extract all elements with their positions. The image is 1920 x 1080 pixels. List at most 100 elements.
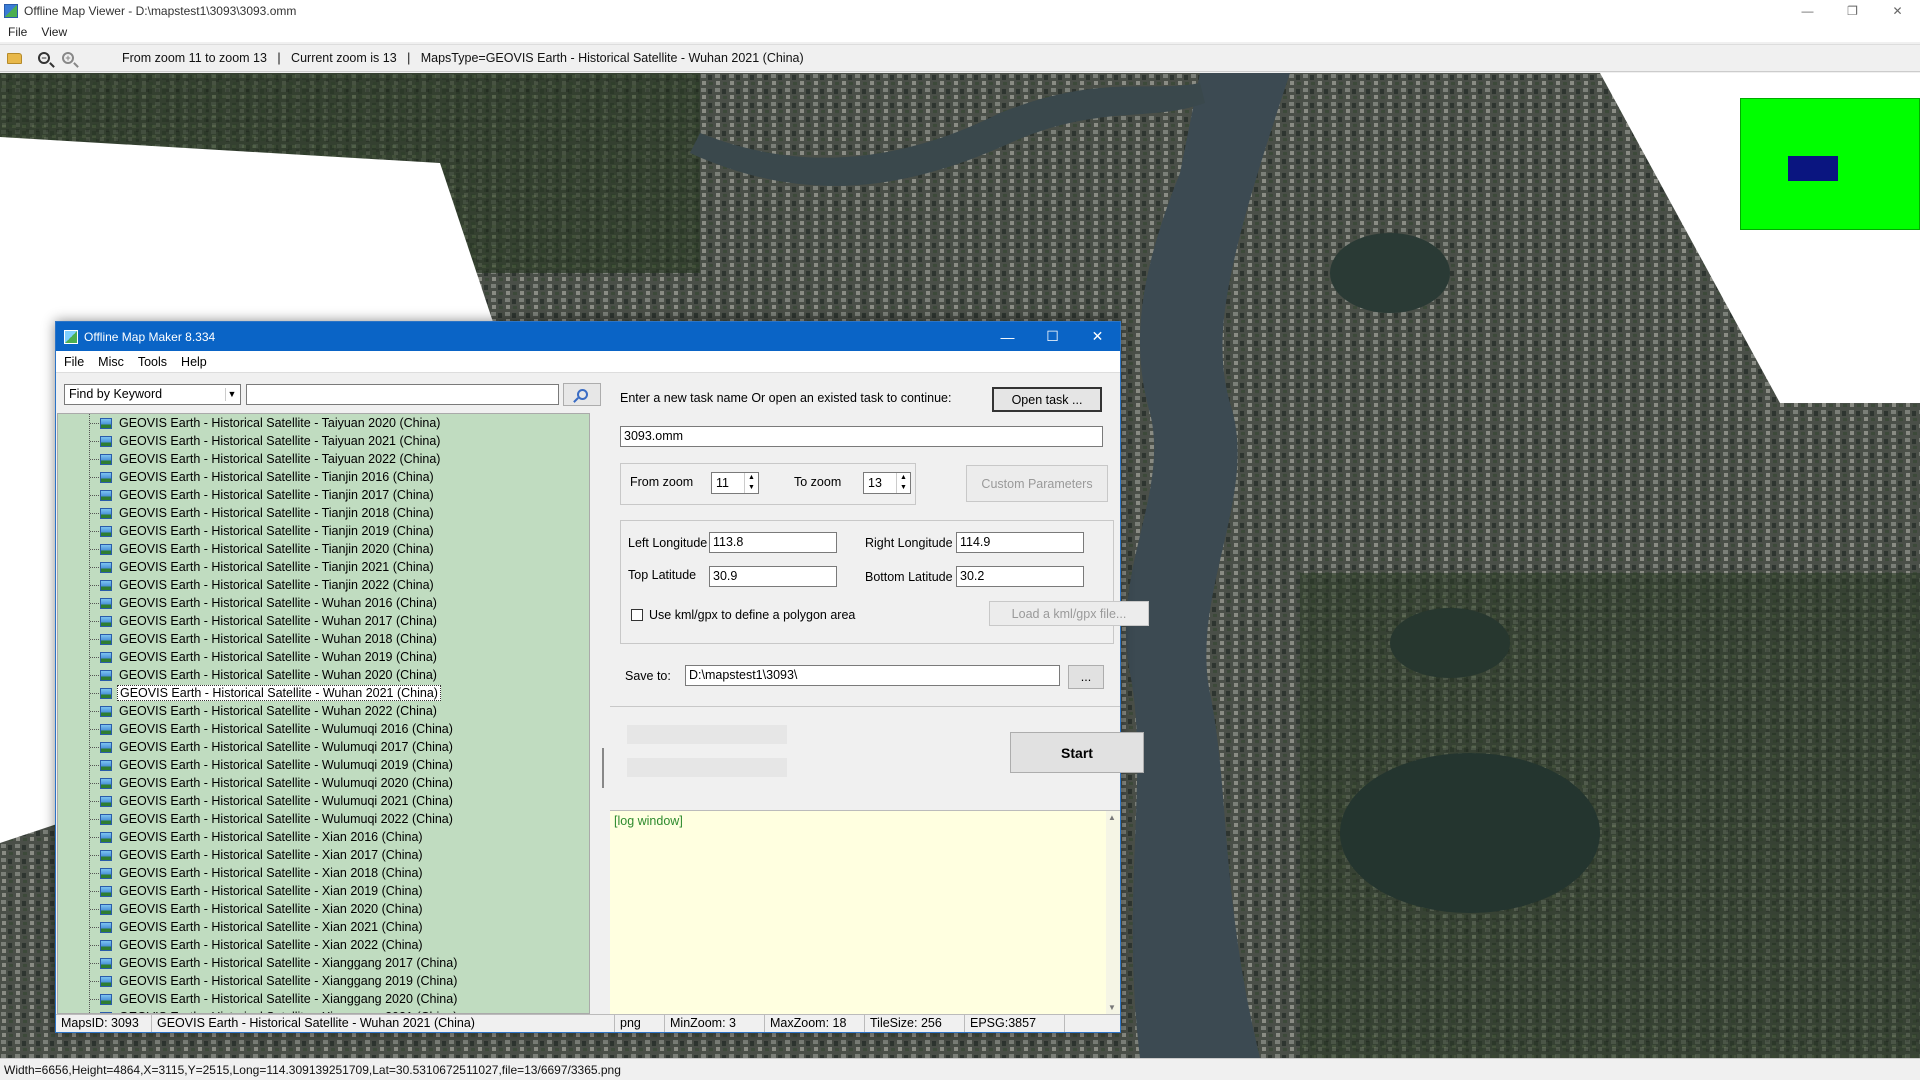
dialog-minimize-icon[interactable]: — — [985, 322, 1030, 351]
to-zoom-stepper[interactable]: 13 ▲ ▼ — [863, 472, 911, 494]
tree-item-label: GEOVIS Earth - Historical Satellite - Ti… — [119, 488, 434, 502]
custom-parameters-button[interactable]: Custom Parameters — [966, 465, 1108, 502]
tree-item[interactable]: GEOVIS Earth - Historical Satellite - Ta… — [90, 450, 442, 468]
zoom-in-icon: + — [62, 52, 74, 64]
browse-folder-button[interactable]: ... — [1068, 665, 1104, 689]
open-task-button[interactable]: Open task ... — [992, 387, 1102, 412]
scroll-up-icon[interactable]: ▲ — [1108, 813, 1116, 822]
tree-item[interactable]: GEOVIS Earth - Historical Satellite - Xi… — [90, 846, 425, 864]
tree-item[interactable]: GEOVIS Earth - Historical Satellite - Wu… — [90, 774, 455, 792]
tree-item[interactable]: GEOVIS Earth - Historical Satellite - Ta… — [90, 432, 442, 450]
spin-arrows-icon[interactable]: ▲ ▼ — [896, 473, 910, 493]
left-longitude-input[interactable]: 113.8 — [709, 532, 837, 553]
tree-item[interactable]: GEOVIS Earth - Historical Satellite - Wu… — [90, 612, 439, 630]
tree-item[interactable]: GEOVIS Earth - Historical Satellite - Xi… — [90, 990, 459, 1008]
tree-item[interactable]: GEOVIS Earth - Historical Satellite - Ti… — [90, 486, 436, 504]
tree-item[interactable]: GEOVIS Earth - Historical Satellite - Wu… — [90, 684, 441, 702]
tree-item[interactable]: GEOVIS Earth - Historical Satellite - Ti… — [90, 540, 436, 558]
keyword-search-input[interactable] — [246, 383, 559, 405]
load-kml-button[interactable]: Load a kml/gpx file... — [989, 601, 1149, 626]
dialog-menu-tools[interactable]: Tools — [138, 355, 167, 369]
tree-item-label: GEOVIS Earth - Historical Satellite - Wu… — [119, 740, 453, 754]
tree-item[interactable]: GEOVIS Earth - Historical Satellite - Wu… — [90, 720, 455, 738]
tree-branch-line — [90, 657, 99, 658]
tree-item[interactable]: GEOVIS Earth - Historical Satellite - Wu… — [90, 810, 455, 828]
tree-item[interactable]: GEOVIS Earth - Historical Satellite - Xi… — [90, 900, 425, 918]
overview-minimap[interactable] — [1740, 98, 1920, 230]
tree-item[interactable]: GEOVIS Earth - Historical Satellite - Wu… — [90, 756, 455, 774]
tree-item[interactable]: GEOVIS Earth - Historical Satellite - Wu… — [90, 702, 439, 720]
tree-item[interactable]: GEOVIS Earth - Historical Satellite - Wu… — [90, 792, 455, 810]
tree-item-label: GEOVIS Earth - Historical Satellite - Wu… — [119, 794, 453, 808]
from-zoom-stepper[interactable]: 11 ▲ ▼ — [711, 472, 759, 494]
tree-item[interactable]: GEOVIS Earth - Historical Satellite - Ti… — [90, 558, 436, 576]
restore-icon[interactable]: ❐ — [1830, 0, 1875, 22]
tree-item[interactable]: GEOVIS Earth - Historical Satellite - Wu… — [90, 630, 439, 648]
log-scrollbar[interactable]: ▲ ▼ — [1106, 811, 1120, 1014]
find-row: Find by Keyword ▼ — [64, 382, 601, 406]
tree-item-label: GEOVIS Earth - Historical Satellite - Wu… — [119, 596, 437, 610]
dialog-menu-file[interactable]: File — [64, 355, 84, 369]
right-longitude-input[interactable]: 114.9 — [956, 532, 1084, 553]
tree-branch-line — [90, 963, 99, 964]
spin-arrows-icon[interactable]: ▲ ▼ — [744, 473, 758, 493]
zoom-out-button[interactable]: − — [34, 48, 54, 68]
tree-item-label: GEOVIS Earth - Historical Satellite - Xi… — [119, 830, 423, 844]
panel-splitter[interactable] — [602, 748, 606, 788]
map-layer-icon — [100, 633, 112, 645]
tree-item[interactable]: GEOVIS Earth - Historical Satellite - Wu… — [90, 594, 439, 612]
map-type-tree[interactable]: GEOVIS Earth - Historical Satellite - Ta… — [57, 413, 590, 1014]
dialog-menu-help[interactable]: Help — [181, 355, 207, 369]
tree-item[interactable]: GEOVIS Earth - Historical Satellite - Xi… — [90, 882, 425, 900]
tree-item[interactable]: GEOVIS Earth - Historical Satellite - Xi… — [90, 864, 425, 882]
tree-item-label: GEOVIS Earth - Historical Satellite - Ti… — [119, 560, 434, 574]
task-name-input[interactable]: 3093.omm — [620, 426, 1103, 447]
use-kml-checkbox[interactable] — [631, 609, 643, 621]
tree-item[interactable]: GEOVIS Earth - Historical Satellite - Ti… — [90, 504, 436, 522]
tree-item[interactable]: GEOVIS Earth - Historical Satellite - Ti… — [90, 522, 436, 540]
tree-item[interactable]: GEOVIS Earth - Historical Satellite - Xi… — [90, 936, 425, 954]
tree-item[interactable]: GEOVIS Earth - Historical Satellite - Xi… — [90, 828, 425, 846]
tree-item[interactable]: GEOVIS Earth - Historical Satellite - Xi… — [90, 918, 425, 936]
use-kml-label: Use kml/gpx to define a polygon area — [649, 608, 856, 622]
viewer-toolbar: − + From zoom 11 to zoom 13 | Current zo… — [0, 44, 1920, 72]
tree-item[interactable]: GEOVIS Earth - Historical Satellite - Wu… — [90, 738, 455, 756]
find-mode-select[interactable]: Find by Keyword ▼ — [64, 383, 241, 405]
save-path-input[interactable]: D:\mapstest1\3093\ — [685, 665, 1060, 686]
open-folder-button[interactable] — [4, 48, 24, 68]
tree-item-label: GEOVIS Earth - Historical Satellite - Ta… — [119, 416, 441, 430]
menu-view[interactable]: View — [41, 25, 67, 39]
tree-branch-line — [90, 423, 99, 424]
tree-item[interactable]: GEOVIS Earth - Historical Satellite - Xi… — [90, 954, 459, 972]
tree-item[interactable]: GEOVIS Earth - Historical Satellite - Ti… — [90, 576, 436, 594]
dialog-menu-misc[interactable]: Misc — [98, 355, 124, 369]
map-viewer-app-icon — [4, 4, 18, 18]
dialog-status-bar: MapsID: 3093 GEOVIS Earth - Historical S… — [56, 1014, 1120, 1032]
log-text: [log window] — [614, 814, 683, 828]
tree-item[interactable]: GEOVIS Earth - Historical Satellite - Ti… — [90, 468, 436, 486]
tree-item[interactable]: GEOVIS Earth - Historical Satellite - Ta… — [90, 414, 442, 432]
top-latitude-input[interactable]: 30.9 — [709, 566, 837, 587]
map-layer-icon — [100, 417, 112, 429]
map-layer-icon — [100, 525, 112, 537]
tree-item[interactable]: GEOVIS Earth - Historical Satellite - Xi… — [90, 972, 459, 990]
tree-branch-line — [90, 855, 99, 856]
overview-viewport-rect[interactable] — [1788, 156, 1838, 181]
minimize-icon[interactable]: — — [1785, 0, 1830, 22]
tree-item[interactable]: GEOVIS Earth - Historical Satellite - Wu… — [90, 666, 439, 684]
map-layer-icon — [100, 813, 112, 825]
scroll-down-icon[interactable]: ▼ — [1108, 1003, 1116, 1012]
menu-file[interactable]: File — [8, 25, 27, 39]
dialog-close-icon[interactable]: ✕ — [1075, 322, 1120, 351]
close-icon[interactable]: ✕ — [1875, 0, 1920, 22]
progress-bar-current — [627, 758, 787, 777]
bottom-latitude-input[interactable]: 30.2 — [956, 566, 1084, 587]
zoom-in-button[interactable]: + — [58, 48, 78, 68]
tree-item[interactable]: GEOVIS Earth - Historical Satellite - Wu… — [90, 648, 439, 666]
search-button[interactable] — [563, 382, 601, 406]
log-window[interactable]: [log window] ▲ ▼ — [610, 810, 1120, 1014]
dialog-maximize-icon[interactable]: ☐ — [1030, 322, 1075, 351]
start-button[interactable]: Start — [1010, 732, 1144, 773]
task-prompt-label: Enter a new task name Or open an existed… — [620, 391, 952, 405]
map-layer-icon — [100, 561, 112, 573]
